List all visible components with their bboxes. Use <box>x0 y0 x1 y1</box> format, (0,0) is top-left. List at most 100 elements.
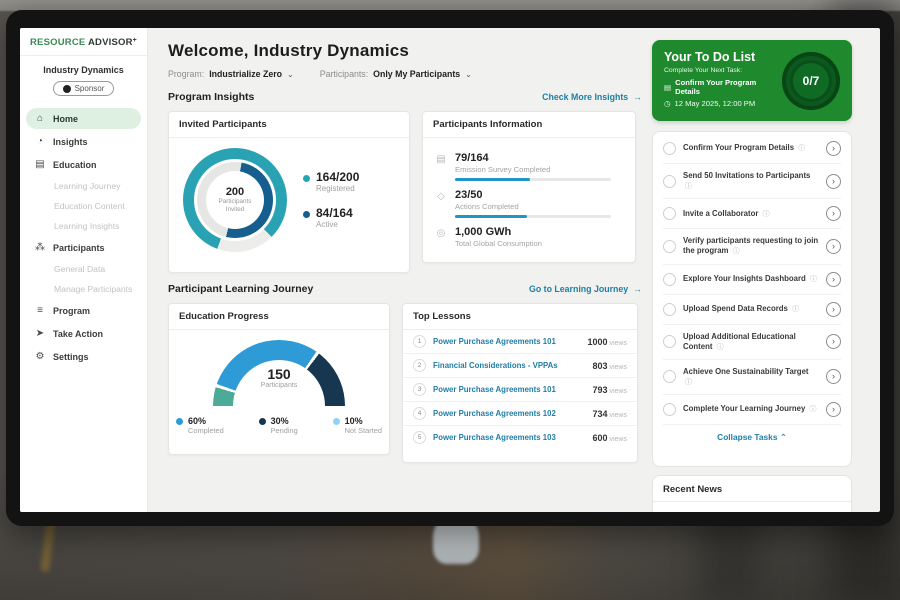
lesson-rank: 3 <box>413 383 426 396</box>
info-icon[interactable]: ⓘ <box>717 344 724 351</box>
sidebar-item[interactable]: General Data <box>26 260 141 278</box>
task-row[interactable]: Explore Your Insights Dashboard ⓘ › <box>663 265 841 295</box>
lesson-link[interactable]: Power Purchase Agreements 101 <box>433 337 580 346</box>
info-icon[interactable]: ⓘ <box>792 306 799 313</box>
legend-dot <box>259 418 266 425</box>
card-title: Invited Participants <box>169 112 409 138</box>
task-chevron-icon[interactable]: › <box>826 334 841 349</box>
lesson-views: 600 <box>592 433 607 443</box>
clipboard-icon <box>664 83 671 92</box>
stat-row: 1,000 GWh Total Global Consumption <box>433 220 625 254</box>
monitor-bezel: RESOURCE ADVISOR+ Industry Dynamics Spon… <box>6 10 894 526</box>
task-checkbox[interactable] <box>663 142 676 155</box>
lesson-rank: 4 <box>413 407 426 420</box>
info-icon[interactable]: ⓘ <box>810 276 817 283</box>
task-checkbox[interactable] <box>663 207 676 220</box>
task-checkbox[interactable] <box>663 175 676 188</box>
task-chevron-icon[interactable]: › <box>826 174 841 189</box>
task-chevron-icon[interactable]: › <box>826 141 841 156</box>
info-icon[interactable]: ⓘ <box>733 248 740 255</box>
sidebar-item[interactable]: Education <box>26 154 141 175</box>
task-checkbox[interactable] <box>663 370 676 383</box>
invited-donut-chart: 200 Participants Invited <box>183 148 287 252</box>
info-icon[interactable]: ⓘ <box>810 406 817 413</box>
go-to-learning-journey-link[interactable]: Go to Learning Journey → <box>529 284 642 294</box>
brand-logo: RESOURCE ADVISOR+ <box>20 28 147 56</box>
lesson-rank: 1 <box>413 335 426 348</box>
todo-title: Your To Do List <box>664 50 782 64</box>
sidebar-item[interactable]: Manage Participants <box>26 280 141 298</box>
lesson-link[interactable]: Power Purchase Agreements 101 <box>433 385 585 394</box>
filter-dropdown[interactable]: Participants: Only My Participants ⌄ <box>320 69 472 79</box>
task-chevron-icon[interactable]: › <box>826 206 841 221</box>
gauge-center-label: Participants <box>213 382 345 389</box>
task-chevron-icon[interactable]: › <box>826 272 841 287</box>
sponsor-badge: Sponsor <box>53 81 115 96</box>
task-chevron-icon[interactable]: › <box>826 369 841 384</box>
gauge-center-value: 150 <box>213 366 345 382</box>
brand-secondary: ADVISOR <box>88 37 133 48</box>
sidebar-item-icon <box>34 242 46 253</box>
stat-icon <box>435 154 447 181</box>
info-icon[interactable]: ⓘ <box>685 379 692 386</box>
legend-value: 10% <box>345 416 382 426</box>
task-chevron-icon[interactable]: › <box>826 302 841 317</box>
todo-progress-badge: 0/7 <box>782 52 840 110</box>
org-name: Industry Dynamics <box>20 65 147 75</box>
stat-label: Actions Completed <box>455 202 611 211</box>
todo-header-card: Your To Do List Complete Your Next Task:… <box>652 40 852 121</box>
task-checkbox[interactable] <box>663 335 676 348</box>
sidebar-item[interactable]: Participants <box>26 237 141 258</box>
top-lessons-card: Top Lessons 1 Power Purchase Agreements … <box>402 303 638 463</box>
sidebar-item-label: Education <box>53 160 97 170</box>
sidebar-item[interactable]: Take Action <box>26 323 141 344</box>
sidebar-item[interactable]: Insights <box>26 131 141 152</box>
sponsor-icon <box>63 85 71 93</box>
lesson-link[interactable]: Financial Considerations - VPPAs <box>433 361 585 370</box>
sidebar-item[interactable]: Education Content <box>26 197 141 215</box>
donut-center-label: Participants Invited <box>212 198 258 214</box>
check-more-insights-link[interactable]: Check More Insights → <box>542 92 642 102</box>
lesson-link[interactable]: Power Purchase Agreements 102 <box>433 409 585 418</box>
task-checkbox[interactable] <box>663 403 676 416</box>
task-checkbox[interactable] <box>663 240 676 253</box>
progress-bar-fill <box>455 215 527 218</box>
sidebar-item[interactable]: Learning Insights <box>26 217 141 235</box>
filter-dropdown[interactable]: Program: Industrialize Zero ⌄ <box>168 69 294 79</box>
lesson-rank: 2 <box>413 359 426 372</box>
sidebar-item[interactable]: Settings <box>26 346 141 367</box>
task-row[interactable]: Complete Your Learning Journey ⓘ › <box>663 395 841 425</box>
task-row[interactable]: Achieve One Sustainability Target ⓘ › <box>663 360 841 395</box>
filter-label: Program: <box>168 69 204 79</box>
info-icon[interactable]: ⓘ <box>763 211 770 218</box>
section-title: Participant Learning Journey <box>168 283 313 295</box>
task-checkbox[interactable] <box>663 303 676 316</box>
task-row[interactable]: Invite a Collaborator ⓘ › <box>663 199 841 229</box>
donut-center-value: 200 <box>226 186 244 198</box>
legend-label: Completed <box>188 426 224 435</box>
lesson-link[interactable]: Power Purchase Agreements 103 <box>433 433 585 442</box>
sidebar-item[interactable]: Learning Journey <box>26 177 141 195</box>
task-row[interactable]: Upload Additional Educational Content ⓘ … <box>663 325 841 360</box>
sidebar-item-label: Learning Insights <box>54 221 119 231</box>
sidebar-item[interactable]: Program <box>26 300 141 321</box>
legend-dot <box>333 418 340 425</box>
lesson-views-unit: views <box>609 436 627 443</box>
info-icon[interactable]: ⓘ <box>685 183 692 190</box>
collapse-tasks-link[interactable]: Collapse Tasks ⌃ <box>663 425 841 448</box>
task-row[interactable]: Confirm Your Program Details ⓘ › <box>663 134 841 164</box>
sidebar-item-icon <box>34 351 46 362</box>
task-row[interactable]: Send 50 Invitations to Participants ⓘ › <box>663 164 841 199</box>
task-label: Send 50 Invitations to Participants <box>683 171 810 180</box>
sidebar-item[interactable]: Home <box>26 108 141 129</box>
task-row[interactable]: Upload Spend Data Records ⓘ › <box>663 295 841 325</box>
sidebar-item-icon <box>34 328 46 339</box>
chevron-down-icon: ⌄ <box>465 70 472 79</box>
legend-item: 164/200 Registered <box>303 171 359 193</box>
info-icon[interactable]: ⓘ <box>798 145 805 152</box>
task-chevron-icon[interactable]: › <box>826 402 841 417</box>
recent-news-title: Recent News <box>653 476 851 502</box>
task-chevron-icon[interactable]: › <box>826 239 841 254</box>
task-checkbox[interactable] <box>663 273 676 286</box>
task-row[interactable]: Verify participants requesting to join t… <box>663 229 841 264</box>
